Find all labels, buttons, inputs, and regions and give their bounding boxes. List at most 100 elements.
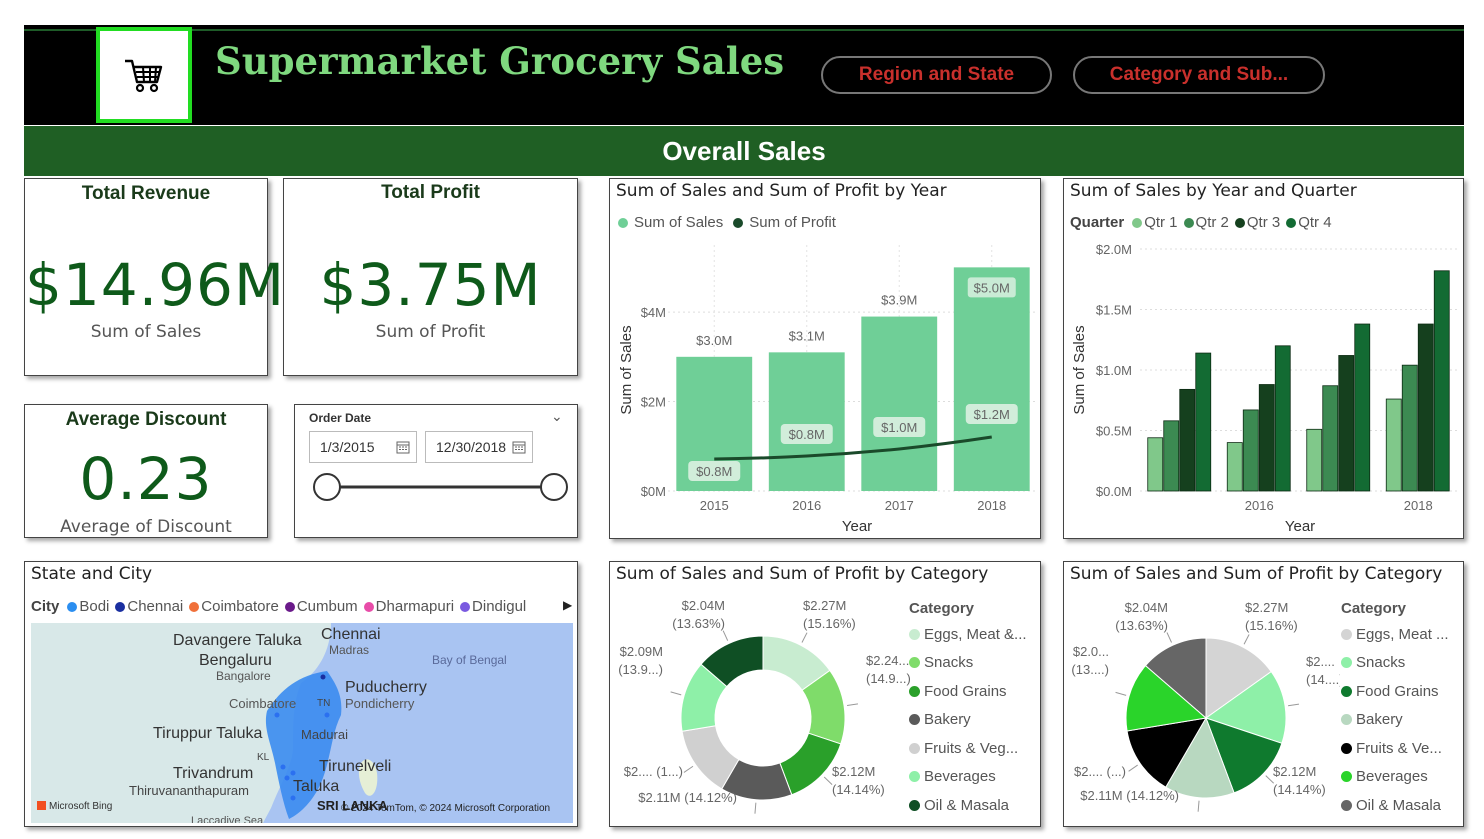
y-tick-label: $0M — [641, 484, 666, 499]
legend-item: Bakery — [909, 706, 1027, 735]
data-label: $2.09M — [620, 644, 663, 659]
legend-item-label: Oil & Masala — [1356, 796, 1442, 814]
data-label: $3.0M — [696, 333, 732, 348]
map-label: Bangalore — [216, 669, 271, 683]
visual-title: Sum of Sales by Year and Quarter — [1070, 181, 1357, 201]
map-label: Thiruvananthapuram — [129, 783, 249, 798]
leader-line — [1197, 800, 1200, 812]
legend-item: Qtr 2 — [1183, 214, 1229, 231]
data-label: $2.... (1...) — [624, 764, 683, 779]
legend-item-label: Eggs, Meat &... — [924, 625, 1027, 643]
date-range-slider[interactable] — [309, 469, 571, 505]
chart-category-pie: Sum of Sales and Sum of Profit by Catego… — [1063, 561, 1464, 827]
data-label: $1.0M — [881, 420, 917, 435]
legend-dot — [909, 742, 920, 754]
kpi-subtitle: Sum of Profit — [375, 322, 486, 342]
data-label: (14.9...) — [866, 671, 910, 686]
leader-line — [683, 765, 694, 773]
slider-end-handle[interactable] — [540, 473, 568, 501]
data-label: (13.63%) — [1115, 618, 1168, 633]
header-bar: Supermarket Grocery Sales Region and Sta… — [24, 25, 1464, 125]
data-label: $1.2M — [974, 407, 1010, 422]
chart-plot[interactable]: $0.0M $0.5M $1.0M $1.5M $2.0M 2016 2018 Year Sum… — [1064, 235, 1465, 539]
legend-dot — [909, 714, 920, 726]
calendar-icon[interactable] — [396, 440, 410, 454]
legend-item: Oil & Masala — [1341, 791, 1449, 820]
legend-label: Category — [909, 599, 975, 617]
bar — [1322, 385, 1339, 492]
map-canvas[interactable]: Davangere Taluka Chennai Madras Bengalur… — [31, 623, 573, 823]
end-date-value: 12/30/2018 — [436, 439, 507, 455]
data-label: $2.0... — [1073, 644, 1109, 659]
nav-button-category-sub[interactable]: Category and Sub... — [1073, 56, 1325, 94]
map-label: Madras — [329, 643, 369, 657]
legend-item-label: Cumbum — [296, 598, 358, 615]
data-label: $2.12M — [832, 764, 875, 779]
chart-plot[interactable]: $0M $2M $4M $3.0M 2015 $3.1M 2016 $3.9M 2017 $5.0… — [610, 235, 1042, 539]
bar — [1338, 355, 1355, 492]
legend-item: Snacks — [909, 649, 1027, 678]
leader-line — [801, 632, 808, 643]
shopping-cart-icon — [125, 59, 163, 93]
legend-item-label: Snacks — [1356, 654, 1406, 672]
bar — [861, 316, 938, 491]
legend-item: Bakery — [1341, 706, 1449, 735]
calendar-icon[interactable] — [512, 440, 526, 454]
leader-line — [823, 776, 833, 785]
map-label: KL — [257, 752, 270, 763]
legend-dot — [460, 601, 471, 612]
slider-start-handle[interactable] — [313, 473, 341, 501]
legend-item: Qtr 1 — [1132, 214, 1178, 231]
legend-item: Beverages — [1341, 763, 1449, 792]
data-label: (14....) — [1306, 672, 1340, 687]
leader-line — [1128, 764, 1138, 772]
y-tick-label: $1.0M — [1096, 363, 1132, 378]
end-date-input[interactable]: 12/30/2018 — [425, 431, 533, 463]
legend-next-arrow-icon[interactable]: ▶ — [563, 598, 572, 612]
kpi-value: 0.23 — [79, 445, 213, 513]
legend-item-label: Oil & Masala — [924, 796, 1010, 814]
start-date-input[interactable]: 1/3/2015 — [309, 431, 417, 463]
legend-dot — [1341, 771, 1352, 783]
leader-line — [846, 703, 859, 706]
map-attribution-bing: Microsoft Bing — [49, 801, 112, 812]
visual-title: Sum of Sales and Sum of Profit by Catego… — [1070, 564, 1443, 584]
bar — [1354, 323, 1371, 492]
legend-item: Dindigul — [460, 598, 526, 615]
map-legend: City Bodi Chennai Coimbatore Cumbum Dharmapu… — [31, 598, 526, 615]
chart-plot[interactable]: $2.27M (15.16%) $2.... (14....) $2.12M (14.14… — [1064, 590, 1340, 826]
map-label: Bay of Bengal — [432, 653, 507, 667]
bar — [1417, 323, 1434, 492]
y-axis-title: Sum of Sales — [1071, 325, 1088, 414]
data-label: $5.0M — [974, 280, 1010, 295]
chart-plot[interactable]: $2.27M (15.16%) $2.24... (14.9...) $2.12M (14… — [610, 590, 910, 826]
legend-dot — [1341, 657, 1352, 669]
legend-item: Qtr 4 — [1286, 214, 1332, 231]
y-tick-label: $1.5M — [1096, 303, 1132, 318]
legend-item-label: Dindigul — [472, 598, 527, 615]
kpi-subtitle: Average of Discount — [60, 517, 232, 537]
legend-item-label: Qtr 1 — [1144, 214, 1178, 231]
data-label: $3.9M — [881, 293, 917, 308]
data-label: (14.14%) — [1273, 782, 1326, 797]
legend-dot — [909, 628, 920, 640]
legend-item: Sum of Profit — [749, 214, 836, 231]
bar — [1258, 384, 1275, 492]
x-axis-title: Year — [842, 518, 872, 535]
legend-item-label: Food Grains — [1356, 682, 1439, 700]
data-label: $2.04M — [1125, 600, 1168, 615]
section-banner: Overall Sales — [24, 126, 1464, 176]
chevron-down-icon[interactable]: ⌄ — [551, 409, 563, 425]
nav-button-region-state[interactable]: Region and State — [821, 56, 1052, 94]
map-label: Tirunelveli — [319, 758, 391, 775]
kpi-title: Total Revenue — [81, 183, 211, 204]
legend-item: Bodi — [67, 598, 109, 615]
legend-item-label: Bakery — [924, 711, 971, 729]
leader-line — [1288, 703, 1300, 707]
legend-label: Quarter — [1070, 214, 1125, 231]
kpi-value: $14.96M — [25, 251, 285, 319]
legend-dot — [189, 601, 200, 612]
data-label: $2.... (...) — [1074, 764, 1126, 779]
legend-item-label: Coimbatore — [201, 598, 279, 615]
legend-dot — [909, 799, 920, 811]
